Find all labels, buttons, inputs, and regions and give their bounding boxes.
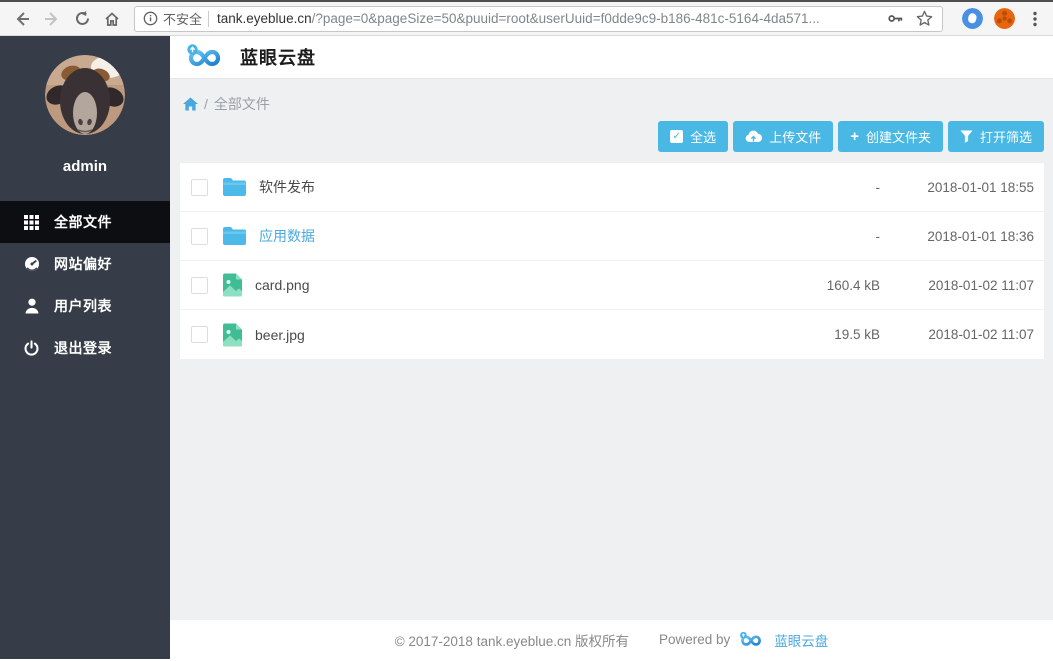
copyright-text: © 2017-2018 tank.eyeblue.cn 版权所有 (395, 630, 629, 650)
footer-brand[interactable]: 蓝眼云盘 (774, 630, 828, 650)
file-row[interactable]: card.png 160.4 kB 2018-01-02 11:07 (180, 261, 1044, 310)
user-icon (23, 298, 40, 314)
home-icon (103, 10, 121, 28)
avatar[interactable] (45, 55, 125, 135)
url-path: /?page=0&pageSize=50&puuid=root&userUuid… (312, 11, 820, 26)
omnibox-divider (208, 11, 209, 27)
filter-icon (960, 130, 973, 143)
reload-icon (74, 10, 91, 27)
folder-icon (222, 226, 247, 246)
upload-file-label: 上传文件 (769, 127, 821, 146)
select-all-button[interactable]: ✓ 全选 (658, 121, 728, 152)
url-domain: tank.eyeblue.cn (217, 11, 312, 26)
app-logo-icon (184, 43, 228, 71)
row-checkbox[interactable] (191, 277, 208, 294)
grid-icon (23, 215, 40, 230)
main-content: / 全部文件 ✓ 全选 上传文件 + 创建文件夹 打开筛选 (170, 79, 1053, 659)
sidebar-item-label: 退出登录 (54, 338, 112, 358)
file-name[interactable]: card.png (255, 277, 309, 293)
sidebar-item-all-files[interactable]: 全部文件 (0, 201, 170, 243)
reload-button[interactable] (68, 5, 96, 33)
breadcrumb-separator: / (204, 96, 208, 112)
image-file-icon (222, 323, 243, 347)
plus-icon: + (850, 129, 859, 144)
upload-file-button[interactable]: 上传文件 (733, 121, 833, 152)
browser-toolbar: 不安全 tank.eyeblue.cn/?page=0&pageSize=50&… (0, 0, 1053, 36)
file-size: 19.5 kB (760, 327, 880, 342)
file-size: - (760, 229, 880, 244)
key-icon[interactable] (886, 9, 905, 28)
sidebar: admin 全部文件 网站偏好 用户列表 退出登录 (0, 36, 170, 659)
file-row[interactable]: 软件发布 - 2018-01-01 18:55 (180, 163, 1044, 212)
select-all-label: 全选 (690, 127, 716, 146)
star-icon[interactable] (915, 9, 934, 28)
sidebar-item-label: 网站偏好 (54, 254, 112, 274)
file-date: 2018-01-01 18:55 (889, 180, 1034, 195)
file-row[interactable]: 应用数据 - 2018-01-01 18:36 (180, 212, 1044, 261)
gauge-icon (23, 256, 40, 272)
row-checkbox[interactable] (191, 179, 208, 196)
file-name[interactable]: 应用数据 (259, 226, 315, 246)
footer-logo-icon (738, 631, 766, 649)
action-buttons: ✓ 全选 上传文件 + 创建文件夹 打开筛选 (658, 121, 1044, 152)
browser-menu-icon[interactable] (1027, 10, 1043, 28)
sidebar-item-label: 全部文件 (54, 212, 112, 232)
username: admin (0, 158, 170, 175)
file-row[interactable]: beer.jpg 19.5 kB 2018-01-02 11:07 (180, 310, 1044, 359)
row-checkbox[interactable] (191, 326, 208, 343)
breadcrumb: / 全部文件 (170, 79, 1053, 114)
file-date: 2018-01-02 11:07 (889, 327, 1034, 342)
app-header: 蓝眼云盘 (170, 36, 1053, 79)
forward-button[interactable] (38, 5, 66, 33)
page-footer: © 2017-2018 tank.eyeblue.cn 版权所有 Powered… (170, 620, 1053, 659)
file-date: 2018-01-02 11:07 (889, 278, 1034, 293)
app-title: 蓝眼云盘 (240, 44, 316, 70)
create-folder-button[interactable]: + 创建文件夹 (838, 121, 943, 152)
forward-arrow-icon (43, 10, 61, 28)
security-label[interactable]: 不安全 (163, 9, 202, 28)
breadcrumb-home-icon[interactable] (183, 97, 198, 111)
file-name[interactable]: beer.jpg (255, 327, 305, 343)
back-arrow-icon (13, 10, 31, 28)
back-button[interactable] (8, 5, 36, 33)
info-circle-icon (143, 11, 158, 26)
sidebar-item-label: 用户列表 (54, 296, 112, 316)
create-folder-label: 创建文件夹 (866, 127, 931, 146)
power-icon (23, 340, 40, 356)
breadcrumb-current: 全部文件 (214, 94, 270, 114)
file-size: 160.4 kB (760, 278, 880, 293)
powered-by-text: Powered by (659, 632, 730, 647)
url-text[interactable]: tank.eyeblue.cn/?page=0&pageSize=50&puui… (217, 11, 878, 26)
file-name[interactable]: 软件发布 (259, 177, 315, 197)
address-bar[interactable]: 不安全 tank.eyeblue.cn/?page=0&pageSize=50&… (134, 6, 943, 32)
row-checkbox[interactable] (191, 228, 208, 245)
file-list: 软件发布 - 2018-01-01 18:55 应用数据 - 2018-01-0… (180, 163, 1044, 359)
sidebar-item-logout[interactable]: 退出登录 (0, 327, 170, 369)
blue-extension-icon[interactable] (962, 8, 983, 29)
check-square-icon: ✓ (670, 130, 683, 143)
sidebar-item-site-preferences[interactable]: 网站偏好 (0, 243, 170, 285)
orange-extension-icon[interactable] (994, 8, 1015, 29)
open-filter-label: 打开筛选 (980, 127, 1032, 146)
cloud-upload-icon (745, 130, 762, 143)
file-date: 2018-01-01 18:36 (889, 229, 1034, 244)
home-button[interactable] (98, 5, 126, 33)
open-filter-button[interactable]: 打开筛选 (948, 121, 1044, 152)
folder-icon (222, 177, 247, 197)
image-file-icon (222, 273, 243, 297)
sidebar-nav: 全部文件 网站偏好 用户列表 退出登录 (0, 201, 170, 369)
file-size: - (760, 180, 880, 195)
sidebar-item-user-list[interactable]: 用户列表 (0, 285, 170, 327)
